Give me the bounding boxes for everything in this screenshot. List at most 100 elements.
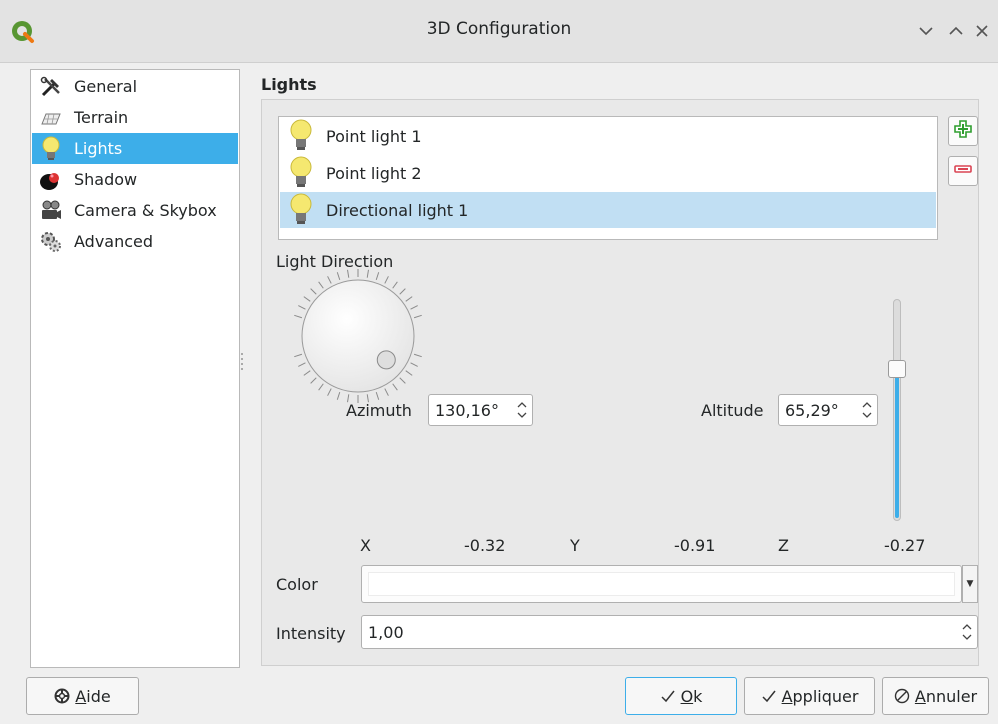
x-label: X bbox=[360, 536, 371, 555]
light-item-label: Directional light 1 bbox=[326, 200, 469, 220]
close-icon[interactable] bbox=[968, 17, 996, 45]
dial-tick bbox=[399, 377, 406, 384]
dial-tick bbox=[336, 272, 341, 281]
y-value: -0.91 bbox=[674, 536, 716, 555]
help-lifebuoy-icon bbox=[54, 688, 70, 704]
dial-tick bbox=[392, 281, 398, 289]
color-label: Color bbox=[276, 575, 318, 594]
light-list-item[interactable]: Point light 2 bbox=[280, 155, 936, 191]
dial-tick bbox=[375, 391, 380, 400]
ok-button-label: Ok bbox=[680, 686, 703, 706]
dial-tick bbox=[366, 394, 369, 403]
camera-icon bbox=[38, 198, 64, 224]
apply-button[interactable]: Appliquer bbox=[744, 677, 875, 715]
y-label: Y bbox=[570, 536, 580, 555]
z-value: -0.27 bbox=[884, 536, 926, 555]
light-list[interactable]: Point light 1 Point light 2 Directional … bbox=[278, 116, 938, 240]
azimuth-spinbox[interactable]: 130,16° bbox=[428, 394, 533, 426]
lightbulb-icon bbox=[286, 192, 316, 228]
intensity-value: 1,00 bbox=[368, 623, 404, 642]
altitude-slider-handle[interactable] bbox=[888, 360, 906, 379]
section-title: Lights bbox=[261, 75, 317, 94]
dial-tick bbox=[327, 276, 332, 284]
altitude-spinbox[interactable]: 65,29° bbox=[778, 394, 878, 426]
dial-tick bbox=[298, 362, 306, 367]
spin-arrows-icon[interactable] bbox=[857, 395, 877, 425]
dial-tick bbox=[303, 370, 311, 376]
spin-arrows-icon[interactable] bbox=[957, 616, 977, 646]
dial-tick bbox=[294, 353, 303, 358]
cancel-button-label: Annuler bbox=[914, 686, 978, 706]
advanced-icon bbox=[38, 229, 64, 255]
azimuth-dial[interactable] bbox=[288, 266, 428, 406]
dial-tick bbox=[327, 388, 332, 396]
dial-tick bbox=[310, 377, 317, 384]
dial-tick bbox=[347, 269, 350, 278]
checkmark-icon bbox=[761, 688, 777, 704]
sidebar-item-label: Lights bbox=[74, 139, 123, 158]
dial-tick bbox=[310, 288, 317, 295]
shadow-icon bbox=[38, 167, 64, 193]
intensity-label: Intensity bbox=[276, 624, 346, 643]
ok-button[interactable]: Ok bbox=[625, 677, 737, 715]
color-picker-button[interactable] bbox=[361, 565, 962, 603]
lightbulb-icon bbox=[38, 136, 64, 162]
splitter-handle[interactable] bbox=[241, 350, 244, 380]
intensity-spinbox[interactable]: 1,00 bbox=[361, 615, 978, 649]
dial-tick bbox=[410, 362, 418, 367]
sidebar-item-camera-skybox[interactable]: Camera & Skybox bbox=[32, 195, 238, 226]
sidebar-item-advanced[interactable]: Advanced bbox=[32, 226, 238, 257]
sidebar-item-label: General bbox=[74, 77, 138, 96]
dial-tick bbox=[384, 276, 389, 284]
chevron-down-icon: ▼ bbox=[966, 579, 974, 589]
cancel-button[interactable]: Annuler bbox=[882, 677, 989, 715]
altitude-value: 65,29° bbox=[785, 401, 839, 420]
sidebar-item-terrain[interactable]: Terrain bbox=[32, 102, 238, 133]
dial-tick bbox=[318, 383, 324, 391]
terrain-icon bbox=[38, 105, 64, 131]
title-bar: 3D Configuration bbox=[0, 0, 998, 63]
dial-tick bbox=[384, 388, 389, 396]
dial-tick bbox=[410, 305, 418, 310]
sidebar-item-lights[interactable]: Lights bbox=[32, 133, 238, 164]
dial-tick bbox=[318, 281, 324, 289]
light-item-label: Point light 2 bbox=[326, 163, 422, 183]
x-value: -0.32 bbox=[464, 536, 506, 555]
sidebar-item-shadow[interactable]: Shadow bbox=[32, 164, 238, 195]
dial-tick bbox=[336, 391, 341, 400]
light-list-item-selected[interactable]: Directional light 1 bbox=[280, 192, 936, 228]
minimize-icon[interactable] bbox=[912, 17, 940, 45]
altitude-slider-fill bbox=[895, 369, 899, 518]
dial-tick bbox=[413, 314, 422, 319]
light-list-item[interactable]: Point light 1 bbox=[280, 118, 936, 154]
add-light-button[interactable] bbox=[948, 116, 978, 146]
dial-tick bbox=[298, 305, 306, 310]
color-dropdown-arrow[interactable]: ▼ bbox=[962, 565, 978, 603]
remove-light-button[interactable] bbox=[948, 156, 978, 186]
dial-tick bbox=[405, 370, 413, 376]
help-button[interactable]: Aide bbox=[26, 677, 139, 715]
dial-tick bbox=[303, 296, 311, 302]
azimuth-value: 130,16° bbox=[435, 401, 499, 420]
sidebar-item-general[interactable]: General bbox=[32, 71, 238, 102]
spin-arrows-icon[interactable] bbox=[512, 395, 532, 425]
sidebar-item-label: Advanced bbox=[74, 232, 154, 251]
remove-light-icon bbox=[953, 159, 973, 183]
color-swatch bbox=[368, 572, 955, 596]
dial-tick bbox=[366, 269, 369, 278]
general-tools-icon bbox=[38, 74, 64, 100]
dial-tick bbox=[413, 353, 422, 358]
dial-tick bbox=[347, 394, 350, 403]
altitude-label: Altitude bbox=[701, 401, 764, 420]
apply-button-label: Appliquer bbox=[781, 686, 859, 706]
light-item-label: Point light 1 bbox=[326, 126, 422, 146]
maximize-icon[interactable] bbox=[942, 17, 970, 45]
lightbulb-icon bbox=[286, 118, 316, 154]
dial-tick bbox=[392, 383, 398, 391]
settings-sidebar: General Terrain Lights Shadow Camera & S… bbox=[30, 69, 240, 668]
add-light-icon bbox=[953, 119, 973, 143]
dial-tick bbox=[375, 272, 380, 281]
help-button-label: Aide bbox=[75, 686, 111, 706]
window-title: 3D Configuration bbox=[426, 19, 572, 39]
cancel-circle-icon bbox=[894, 688, 910, 704]
